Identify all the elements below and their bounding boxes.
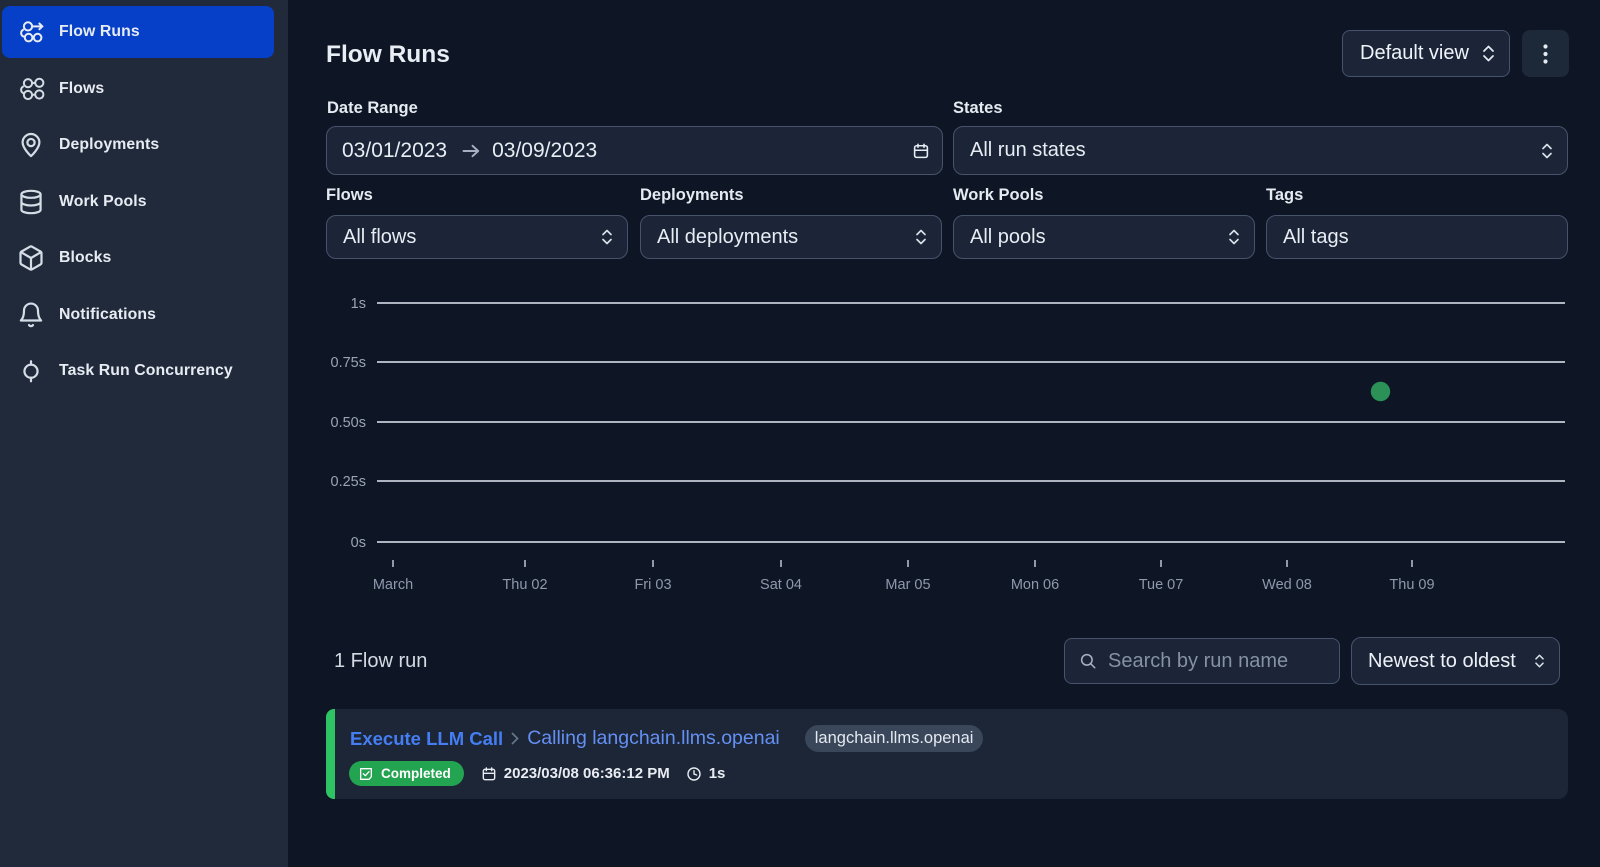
svg-text:Thu 02: Thu 02 bbox=[502, 577, 547, 593]
svg-text:0s: 0s bbox=[351, 535, 366, 551]
svg-text:1s: 1s bbox=[351, 296, 366, 312]
svg-text:Thu 09: Thu 09 bbox=[1389, 577, 1434, 593]
svg-text:Mon 06: Mon 06 bbox=[1011, 577, 1059, 593]
svg-text:0.50s: 0.50s bbox=[331, 415, 366, 431]
svg-text:0.25s: 0.25s bbox=[331, 474, 366, 490]
svg-text:March: March bbox=[373, 577, 413, 593]
svg-text:Tue 07: Tue 07 bbox=[1139, 577, 1184, 593]
svg-text:Fri 03: Fri 03 bbox=[634, 577, 671, 593]
svg-text:Wed 08: Wed 08 bbox=[1262, 577, 1312, 593]
svg-text:Sat 04: Sat 04 bbox=[760, 577, 802, 593]
svg-text:Mar 05: Mar 05 bbox=[885, 577, 930, 593]
svg-text:0.75s: 0.75s bbox=[331, 355, 366, 371]
